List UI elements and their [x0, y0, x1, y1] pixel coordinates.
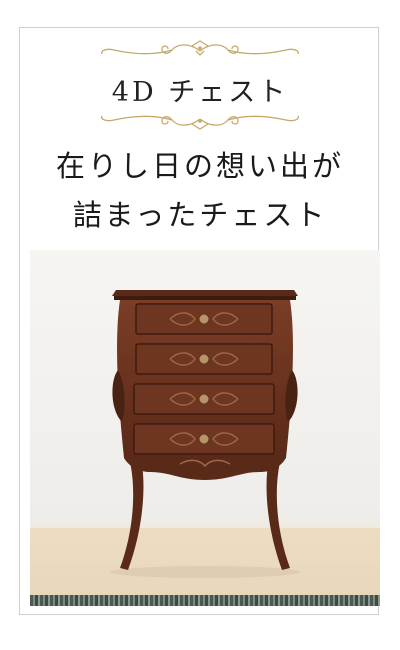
headline-line-1: 在りし日の想い出が — [55, 149, 344, 183]
product-photo — [30, 250, 380, 606]
flourish-ornament-top — [100, 40, 300, 56]
product-subtitle: 4D チェスト — [111, 77, 289, 108]
chest-illustration — [110, 290, 300, 578]
headline-line-2: 詰まったチェスト — [72, 198, 328, 232]
flourish-ornament-bottom — [100, 115, 300, 130]
